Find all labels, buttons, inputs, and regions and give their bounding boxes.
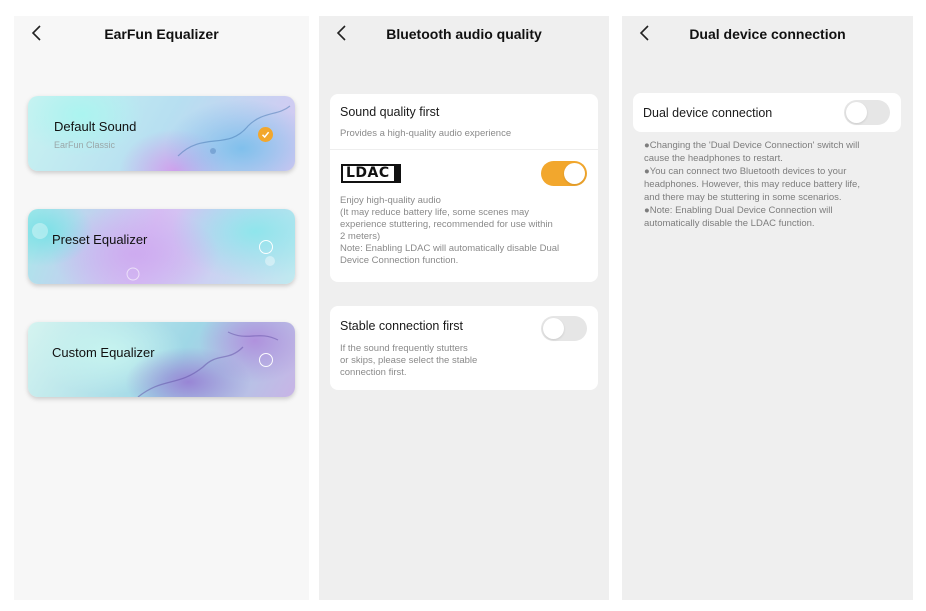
stable-connection-toggle[interactable] — [541, 316, 587, 341]
ldac-logo-mark — [394, 164, 401, 183]
note-line: automatically disable the LDAC function. — [644, 218, 815, 229]
sound-quality-subtitle: Provides a high-quality audio experience — [340, 128, 512, 139]
page-title: Bluetooth audio quality — [386, 26, 542, 42]
preset-equalizer-card[interactable]: Preset Equalizer — [28, 209, 295, 284]
ldac-desc-line: experience stuttering, recommended for u… — [340, 219, 553, 230]
note-line: headphones. However, this may reduce bat… — [644, 179, 860, 190]
toggle-knob — [543, 318, 564, 339]
stable-connection-title: Stable connection first — [340, 319, 463, 333]
dual-device-toggle[interactable] — [844, 100, 890, 125]
note-line: ●You can connect two Bluetooth devices t… — [644, 166, 847, 177]
dual-device-row[interactable]: Dual device connection — [633, 93, 901, 132]
bluetooth-audio-quality-screen: Bluetooth audio quality Sound quality fi… — [319, 16, 609, 600]
sound-quality-card[interactable]: Sound quality first Provides a high-qual… — [330, 94, 598, 282]
ldac-desc-line: Note: Enabling LDAC will automatically d… — [340, 243, 560, 254]
dual-device-connection-screen: Dual device connection Dual device conne… — [622, 16, 913, 600]
dual-device-label: Dual device connection — [643, 106, 773, 120]
ldac-toggle[interactable] — [541, 161, 587, 186]
note-line: and there may be stuttering in some scen… — [644, 192, 842, 203]
card-title: Preset Equalizer — [52, 232, 148, 247]
radio-unselected-icon[interactable] — [259, 353, 273, 367]
top-bar: Dual device connection — [622, 16, 913, 52]
checkmark-icon — [258, 127, 273, 142]
card-subtitle: EarFun Classic — [54, 140, 116, 150]
note-line: ●Note: Enabling Dual Device Connection w… — [644, 205, 833, 216]
ldac-desc-line: Enjoy high-quality audio — [340, 195, 441, 206]
page-title: EarFun Equalizer — [104, 26, 219, 42]
note-line: cause the headphones to restart. — [644, 153, 783, 164]
stable-desc-line: connection first. — [340, 367, 407, 378]
equalizer-screen: EarFun Equalizer Default Sound EarFun Cl… — [14, 16, 309, 600]
note-line: ●Changing the 'Dual Device Connection' s… — [644, 140, 860, 151]
top-bar: EarFun Equalizer — [14, 16, 309, 52]
ldac-desc-line: 2 meters) — [340, 231, 381, 242]
radio-unselected-icon[interactable] — [259, 240, 273, 254]
card-title: Default Sound — [54, 119, 137, 134]
page-title: Dual device connection — [689, 26, 846, 42]
sound-quality-title: Sound quality first — [340, 105, 440, 119]
card-title: Custom Equalizer — [52, 345, 155, 360]
stable-desc-line: If the sound frequently stutters — [340, 343, 468, 354]
stable-desc-line: or skips, please select the stable — [340, 355, 478, 366]
ldac-desc-line: Device Connection function. — [340, 255, 459, 266]
default-sound-card[interactable]: Default Sound EarFun Classic — [28, 96, 295, 171]
ldac-desc-line: (It may reduce battery life, some scenes… — [340, 207, 530, 218]
top-bar: Bluetooth audio quality — [319, 16, 609, 52]
toggle-knob — [564, 163, 585, 184]
ldac-logo: LDAC — [341, 164, 401, 183]
divider — [330, 149, 598, 150]
stable-connection-card[interactable]: Stable connection first If the sound fre… — [330, 306, 598, 390]
custom-equalizer-card[interactable]: Custom Equalizer — [28, 322, 295, 397]
toggle-knob — [846, 102, 867, 123]
